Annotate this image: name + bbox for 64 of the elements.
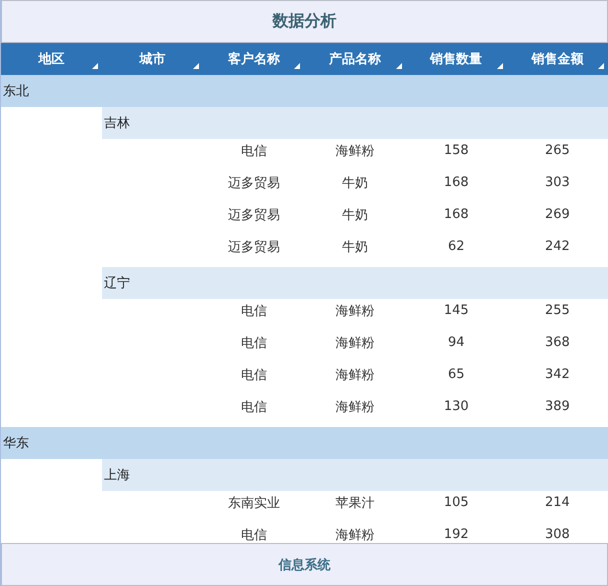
table-cell: 105 — [444, 495, 469, 510]
table-cell: 62 — [448, 239, 465, 254]
table-cell: 255 — [544, 303, 570, 318]
city-label: 吉林 — [104, 115, 130, 132]
sort-icon[interactable] — [396, 63, 402, 69]
column-header[interactable]: 城市 — [140, 50, 166, 68]
table-cell: 192 — [444, 527, 469, 542]
table-cell: 158 — [444, 143, 469, 158]
table-cell-text: 海鲜粉 — [336, 142, 375, 160]
table-cell: 368 — [544, 335, 570, 350]
table-cell: 145 — [444, 303, 469, 318]
table-cell-text: 迈多贸易 — [228, 174, 280, 192]
table-cell-text: 海鲜粉 — [336, 526, 375, 543]
region-group-row[interactable]: 东北 — [1, 75, 608, 107]
table-cell-text: 迈多贸易 — [228, 206, 280, 224]
table-cell: 342 — [544, 367, 570, 382]
table-cell-text: 牛奶 — [342, 206, 368, 224]
table-cell: 130 — [444, 399, 469, 414]
table-cell-text: 海鲜粉 — [336, 398, 375, 416]
table-cell: 168 — [444, 175, 469, 190]
footer-label: 信息系统 — [1, 543, 608, 586]
sort-icon[interactable] — [598, 63, 604, 69]
sort-icon[interactable] — [294, 63, 300, 69]
city-label: 上海 — [104, 467, 130, 484]
table-cell-text: 电信 — [240, 302, 267, 320]
table-cell-text: 海鲜粉 — [336, 334, 375, 352]
region-label: 华东 — [3, 435, 29, 452]
table-cell-text: 电信 — [240, 366, 267, 384]
table-cell-text: 电信 — [240, 526, 267, 543]
table-cell-text: 牛奶 — [342, 174, 368, 192]
table-cell-text: 牛奶 — [342, 238, 368, 256]
city-group-row[interactable]: 辽宁 — [102, 267, 608, 299]
city-label: 辽宁 — [104, 275, 130, 292]
sort-icon[interactable] — [193, 63, 200, 69]
table-cell-text: 电信 — [240, 334, 267, 352]
table-cell-text: 迈多贸易 — [228, 238, 280, 256]
table-cell-text: 苹果汁 — [336, 494, 375, 512]
column-header[interactable]: 客户名称 — [228, 50, 280, 68]
column-header[interactable]: 地区 — [38, 50, 65, 68]
table-cell: 265 — [544, 143, 570, 158]
table-cell: 94 — [448, 335, 465, 350]
column-header[interactable]: 销售数量 — [430, 50, 482, 68]
city-group-row[interactable]: 上海 — [102, 459, 608, 491]
table-cell-text: 东南实业 — [228, 494, 280, 512]
table-cell: 308 — [544, 527, 570, 542]
sort-icon[interactable] — [496, 63, 503, 69]
region-group-row[interactable]: 华东 — [1, 427, 608, 459]
table-cell: 269 — [544, 207, 570, 222]
column-header[interactable]: 产品名称 — [329, 50, 382, 68]
table-cell: 168 — [444, 207, 469, 222]
table-cell: 214 — [544, 495, 570, 510]
city-group-row[interactable]: 吉林 — [102, 107, 608, 139]
table-cell: 242 — [544, 239, 570, 254]
table-cell: 65 — [448, 367, 465, 382]
column-header[interactable]: 销售金额 — [531, 50, 584, 68]
table-cell-text: 海鲜粉 — [336, 302, 375, 320]
table-cell: 303 — [544, 175, 570, 190]
region-label: 东北 — [3, 83, 29, 100]
sort-icon[interactable] — [92, 63, 98, 69]
table-cell: 389 — [544, 399, 570, 414]
table-cell-text: 海鲜粉 — [336, 366, 375, 384]
table-cell-text: 电信 — [240, 142, 267, 160]
table-cell-text: 电信 — [240, 398, 267, 416]
report-title: 数据分析 — [1, 0, 608, 43]
